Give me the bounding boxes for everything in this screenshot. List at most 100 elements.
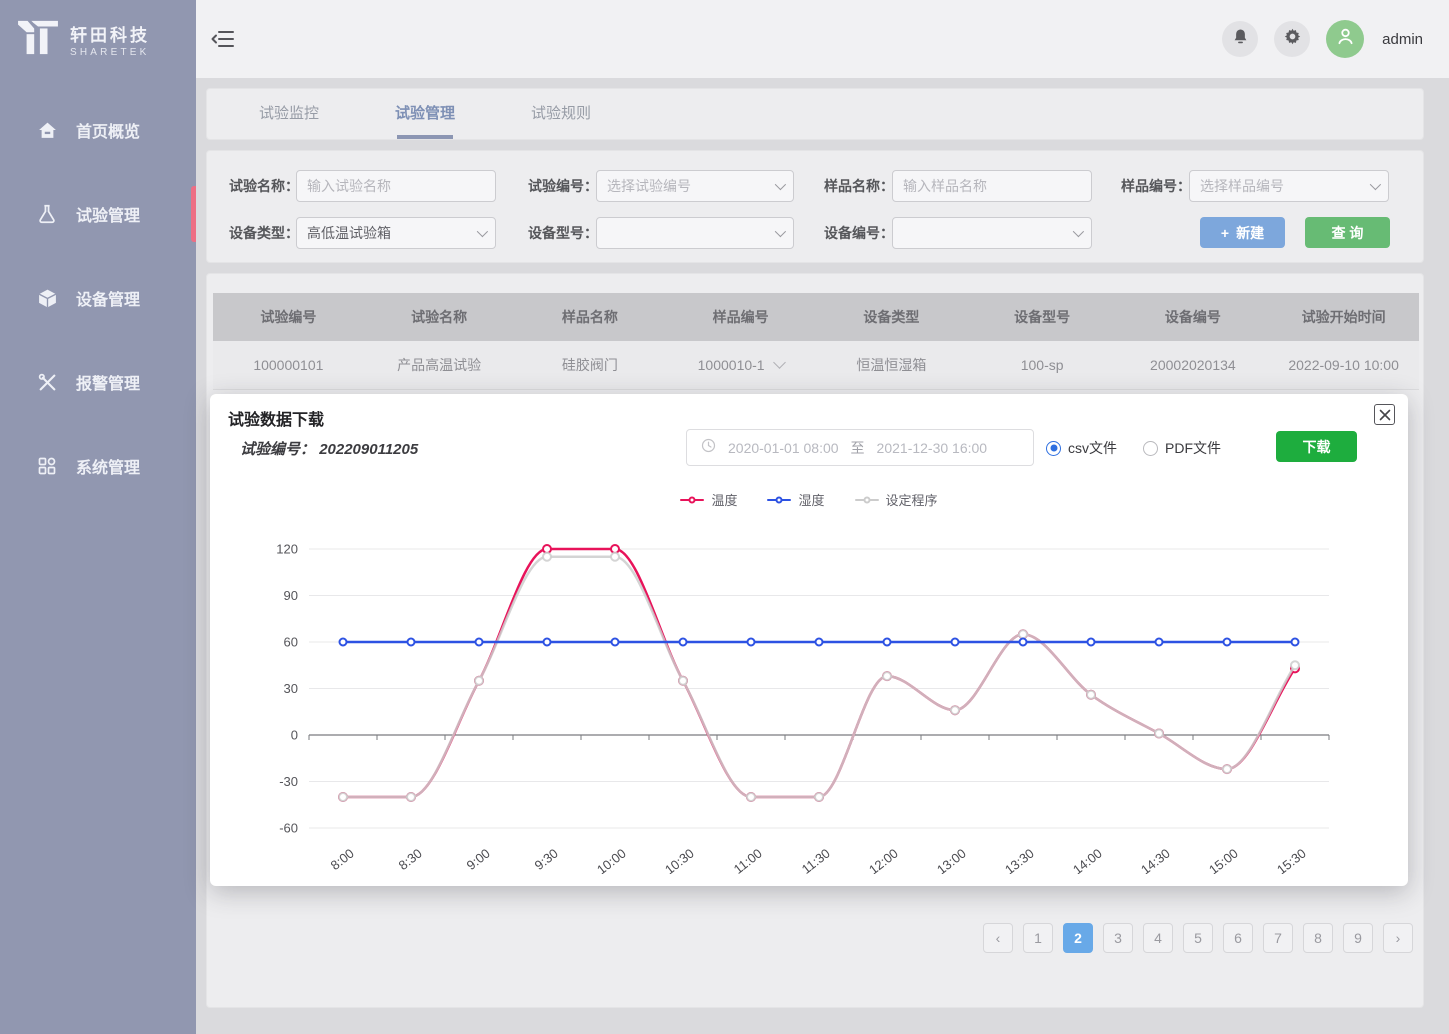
tab-test-management[interactable]: 试验管理 — [357, 89, 493, 139]
data-point-设定程序 — [679, 677, 687, 685]
data-point-湿度 — [544, 639, 551, 646]
series-line-设定程序 — [343, 557, 1295, 797]
close-dialog-button[interactable] — [1374, 404, 1395, 425]
data-point-设定程序 — [339, 793, 347, 801]
x-axis-label: 11:00 — [731, 846, 765, 874]
chart-legend: 温度 湿度 设定程序 — [210, 490, 1408, 509]
clock-icon — [701, 438, 716, 458]
chevron-down-icon — [775, 179, 786, 190]
x-axis-label: 12:00 — [866, 846, 901, 874]
brand-name-cn: 轩田科技 — [70, 21, 150, 46]
x-axis-label: 15:00 — [1206, 846, 1241, 874]
device-model-select[interactable] — [596, 217, 794, 249]
pagination-page-3[interactable]: 3 — [1103, 923, 1133, 953]
cube-icon — [36, 287, 58, 309]
test-name-input[interactable] — [296, 170, 496, 202]
flask-icon — [36, 203, 58, 225]
file-type-radios: csv文件 PDF文件 — [1046, 438, 1221, 458]
cell-device-type: 恒温恒湿箱 — [816, 341, 967, 389]
data-point-设定程序 — [1155, 729, 1163, 737]
chevron-down-icon — [477, 226, 488, 237]
y-axis-label: 60 — [284, 635, 298, 650]
pagination-next-button[interactable]: › — [1383, 923, 1413, 953]
y-axis-label: -30 — [279, 774, 298, 789]
legend-item-temperature[interactable]: 温度 — [680, 490, 737, 509]
pagination: ‹ 1 2 3 4 5 6 7 8 9 › — [983, 923, 1413, 953]
sidebar-item-device-management[interactable]: 设备管理 — [0, 270, 196, 326]
device-type-select[interactable]: 高低温试验箱 — [296, 217, 496, 249]
data-point-设定程序 — [1291, 661, 1299, 669]
pagination-page-9[interactable]: 9 — [1343, 923, 1373, 953]
cell-test-no: 100000101 — [213, 341, 364, 389]
radio-pdf[interactable]: PDF文件 — [1143, 438, 1221, 458]
y-axis-label: 120 — [276, 542, 298, 557]
pagination-page-2[interactable]: 2 — [1063, 923, 1093, 953]
col-start-time: 试验开始时间 — [1268, 293, 1419, 341]
sidebar-item-test-management[interactable]: 试验管理 — [0, 186, 196, 242]
sample-no-select[interactable]: 选择样品编号 — [1189, 170, 1389, 202]
data-point-设定程序 — [1087, 691, 1095, 699]
app-window: 轩田科技 SHARETEK 首页概览 试验管理 设备管理 — [0, 0, 1449, 1034]
data-point-设定程序 — [543, 553, 551, 561]
download-button[interactable]: 下载 — [1276, 431, 1357, 462]
tab-test-rules[interactable]: 试验规则 — [493, 89, 629, 139]
sidebar: 轩田科技 SHARETEK 首页概览 试验管理 设备管理 — [0, 0, 196, 1034]
data-point-湿度 — [748, 639, 755, 646]
test-name-input-field[interactable] — [307, 178, 485, 194]
create-button[interactable]: + 新建 — [1200, 217, 1285, 248]
test-number-value: 202209011205 — [319, 441, 418, 458]
data-point-设定程序 — [1019, 630, 1027, 638]
settings-button[interactable] — [1274, 21, 1310, 57]
search-button[interactable]: 查 询 — [1305, 217, 1390, 248]
data-point-设定程序 — [475, 677, 483, 685]
close-icon — [1379, 409, 1391, 421]
pagination-page-4[interactable]: 4 — [1143, 923, 1173, 953]
collapse-menu-icon[interactable] — [208, 24, 238, 54]
tab-test-monitoring[interactable]: 试验监控 — [221, 89, 357, 139]
col-device-no: 设备编号 — [1118, 293, 1269, 341]
col-sample-no: 样品编号 — [665, 293, 816, 341]
col-device-type: 设备类型 — [816, 293, 967, 341]
download-dialog: 试验数据下载 试验编号： 202209011205 2020-01-01 08:… — [210, 394, 1408, 886]
table-row[interactable]: 100000101 产品高温试验 硅胶阀门 1000010-1 恒温恒湿箱 10… — [213, 341, 1419, 389]
test-no-select[interactable]: 选择试验编号 — [596, 170, 794, 202]
sample-no-label: 样品编号： — [1121, 170, 1191, 202]
radio-csv[interactable]: csv文件 — [1046, 438, 1117, 458]
chevron-down-icon — [1370, 179, 1381, 190]
date-range-picker[interactable]: 2020-01-01 08:00 至 2021-12-30 16:00 — [686, 429, 1034, 466]
legend-item-set-program[interactable]: 设定程序 — [855, 490, 938, 509]
data-point-湿度 — [1088, 639, 1095, 646]
user-avatar[interactable] — [1326, 20, 1364, 58]
pagination-page-8[interactable]: 8 — [1303, 923, 1333, 953]
pagination-page-7[interactable]: 7 — [1263, 923, 1293, 953]
data-point-设定程序 — [747, 793, 755, 801]
pagination-page-1[interactable]: 1 — [1023, 923, 1053, 953]
data-point-设定程序 — [407, 793, 415, 801]
sidebar-item-alarm-management[interactable]: 报警管理 — [0, 354, 196, 410]
radio-pdf-dot — [1143, 441, 1158, 456]
sidebar-item-home[interactable]: 首页概览 — [0, 102, 196, 158]
x-axis-label: 11:30 — [799, 846, 833, 874]
expand-row-chevron-icon[interactable] — [773, 356, 786, 369]
cell-start-time: 2022-09-10 10:00 — [1268, 341, 1419, 389]
person-icon — [1335, 26, 1356, 52]
x-axis-label: 14:30 — [1138, 846, 1173, 874]
sidebar-item-system-management[interactable]: 系统管理 — [0, 438, 196, 494]
pagination-prev-button[interactable]: ‹ — [983, 923, 1013, 953]
sample-name-input-field[interactable] — [903, 178, 1081, 194]
tab-bar: 试验监控 试验管理 试验规则 — [206, 88, 1424, 140]
test-number-line: 试验编号： 202209011205 — [240, 438, 418, 459]
notifications-button[interactable] — [1222, 21, 1258, 57]
sidebar-item-label: 设备管理 — [76, 286, 140, 310]
col-sample-name: 样品名称 — [515, 293, 666, 341]
device-no-select[interactable] — [892, 217, 1092, 249]
pagination-page-6[interactable]: 6 — [1223, 923, 1253, 953]
legend-marker — [680, 495, 704, 505]
sample-name-input[interactable] — [892, 170, 1092, 202]
x-axis-label: 10:00 — [594, 846, 629, 874]
sidebar-item-label: 系统管理 — [76, 454, 140, 478]
legend-item-humidity[interactable]: 湿度 — [767, 490, 824, 509]
cell-sample-no: 1000010-1 — [665, 341, 816, 389]
data-point-设定程序 — [611, 553, 619, 561]
pagination-page-5[interactable]: 5 — [1183, 923, 1213, 953]
